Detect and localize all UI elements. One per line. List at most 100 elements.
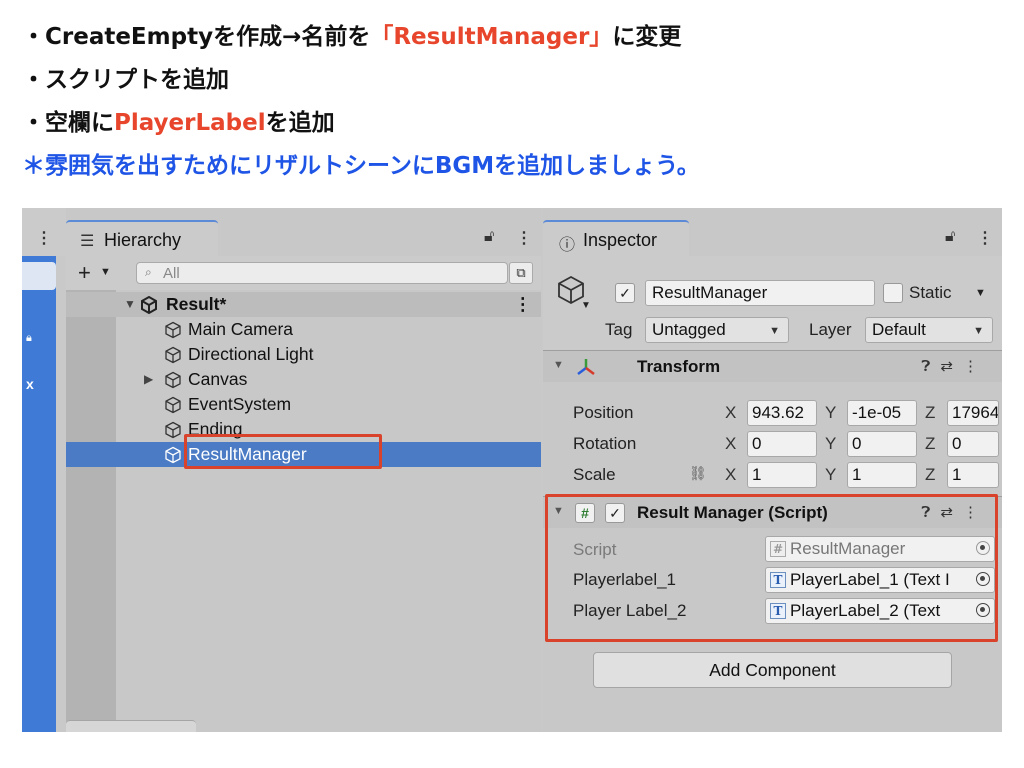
x-label: X <box>725 403 737 422</box>
project-panel-tab[interactable] <box>66 720 196 732</box>
object-name-field[interactable]: ResultManager <box>645 280 875 306</box>
rotation-x-field[interactable]: 0 <box>747 431 817 457</box>
hierarchy-toolbar: + ▼ ⌕ All ⧉ <box>66 256 541 290</box>
component-tools: ❓︎⇄⋮ <box>921 357 988 375</box>
instruction-line-2: ・スクリプトを追加 <box>22 67 229 93</box>
y-label: Y <box>825 434 837 453</box>
tag-label: Tag <box>605 320 633 339</box>
list-icon: ☰ <box>80 233 95 250</box>
inspector-panel: ⓘ Inspector 🔓︎ ⋮ ▼ ✓ ResultManager Stati… <box>543 208 1002 732</box>
highlight-box <box>184 434 382 469</box>
rotation-y-field[interactable]: 0 <box>847 431 917 457</box>
scene-row[interactable]: ▼ Result* ⋮ <box>66 292 541 317</box>
instruction-line-3: ・空欄にPlayerLabelを追加 <box>22 102 1012 145</box>
scene-visibility-button[interactable]: ⧉ <box>509 262 533 284</box>
tab-label: Inspector <box>583 230 658 250</box>
list-item[interactable]: Directional Light <box>66 342 541 367</box>
add-component-button[interactable]: Add Component <box>593 652 952 688</box>
gameobject-cube-icon <box>165 371 181 389</box>
instruction-text-segment: ・CreateEmptyを作成→名前を <box>22 24 371 50</box>
component-title: Transform <box>637 357 721 376</box>
list-item[interactable]: EventSystem <box>66 392 541 417</box>
x-label: X <box>725 465 737 484</box>
info-icon: ⓘ <box>559 237 576 254</box>
position-label: Position <box>573 403 634 422</box>
transform-axis-icon <box>577 359 595 375</box>
instruction-text: ・CreateEmptyを作成→名前を「ResultManager」に変更 ・ス… <box>22 16 1012 188</box>
more-options-icon[interactable]: ⋮ <box>36 228 52 248</box>
rotation-label: Rotation <box>573 434 637 453</box>
close-icon[interactable]: x <box>26 376 34 392</box>
tab-label: Hierarchy <box>104 230 182 250</box>
more-options-icon[interactable]: ⋮ <box>977 228 993 248</box>
settings-icon[interactable]: ⇄ <box>940 358 963 375</box>
static-checkbox[interactable] <box>883 283 903 303</box>
rotation-z-field[interactable]: 0 <box>947 431 999 457</box>
gameobject-cube-icon <box>165 446 181 464</box>
instruction-line-4: ＊雰囲気を出すためにリザルトシーンにBGMを追加しましょう。 <box>22 153 700 179</box>
z-label: Z <box>925 465 936 484</box>
gameobject-cube-icon <box>165 396 181 414</box>
help-icon[interactable]: ❓︎ <box>921 358 940 375</box>
highlight-label: PlayerLabel <box>114 110 266 136</box>
chevron-down-icon[interactable]: ▼ <box>975 287 986 299</box>
hierarchy-tree: ▼ Result* ⋮ Main Camera Directional Ligh <box>66 290 541 730</box>
instruction-text-segment: を追加 <box>265 110 335 136</box>
tag-dropdown[interactable]: Untagged ▼ <box>645 317 789 343</box>
static-label: Static <box>909 283 952 302</box>
chevron-down-icon[interactable]: ▼ <box>124 297 136 311</box>
layer-dropdown[interactable]: Default ▼ <box>865 317 993 343</box>
scene-panel-header: ⋮ <box>22 208 66 256</box>
item-label: EventSystem <box>188 394 292 414</box>
chevron-right-icon[interactable]: ▶ <box>144 372 153 386</box>
position-x-field[interactable]: 943.62 <box>747 400 817 426</box>
search-placeholder: All <box>163 265 180 282</box>
y-label: Y <box>825 403 837 422</box>
more-options-icon[interactable]: ⋮ <box>516 228 532 248</box>
tag-value: Untagged <box>652 320 726 339</box>
scale-y-field[interactable]: 1 <box>847 462 917 488</box>
chevron-down-icon[interactable]: ▼ <box>581 300 591 311</box>
search-icon: ⌕ <box>145 265 152 279</box>
item-label: Directional Light <box>188 344 314 364</box>
highlight-box <box>545 494 998 642</box>
item-label: Canvas <box>188 369 248 389</box>
tab-hierarchy[interactable]: ☰ Hierarchy <box>66 220 218 256</box>
layer-value: Default <box>872 320 926 339</box>
scene-name: Result* <box>166 294 227 314</box>
position-z-field[interactable]: 17964.5 <box>947 400 999 426</box>
gameobject-cube-icon <box>165 346 181 364</box>
more-options-icon[interactable]: ⋮ <box>963 358 988 375</box>
transform-header[interactable]: ▼ Transform ❓︎⇄⋮ <box>543 350 1002 382</box>
y-label: Y <box>825 465 837 484</box>
chevron-down-icon[interactable]: ▼ <box>100 266 111 278</box>
instruction-text-segment: に変更 <box>612 24 682 50</box>
chevron-down-icon: ▼ <box>973 325 984 337</box>
gameobject-header: ▼ ✓ ResultManager Static ▼ Tag Untagged … <box>543 256 1002 350</box>
list-item[interactable]: Main Camera <box>66 317 541 342</box>
gameobject-cube-icon <box>165 421 181 439</box>
add-icon[interactable]: + <box>78 260 91 286</box>
scene-panel-edge <box>22 256 56 732</box>
active-checkbox[interactable]: ✓ <box>615 283 635 303</box>
hierarchy-panel: ☰ Hierarchy 🔓︎ ⋮ + ▼ ⌕ All ⧉ ▼ Result* ⋮… <box>66 208 541 732</box>
unity-scene-icon <box>141 296 157 314</box>
z-label: Z <box>925 403 936 422</box>
lock-icon[interactable]: 🔓︎ <box>484 228 494 246</box>
scale-label: Scale <box>573 465 616 484</box>
position-y-field[interactable]: -1e-05 <box>847 400 917 426</box>
tab-inspector[interactable]: ⓘ Inspector <box>543 220 689 256</box>
x-label: X <box>725 434 737 453</box>
link-icon[interactable]: ⛓ <box>689 465 707 482</box>
z-label: Z <box>925 434 936 453</box>
lock-icon[interactable]: 🔓︎ <box>945 228 955 246</box>
highlight-name: 「ResultManager」 <box>370 24 613 50</box>
more-options-icon[interactable]: ⋮ <box>514 294 532 315</box>
instruction-line-1: ・CreateEmptyを作成→名前を「ResultManager」に変更 <box>22 16 1012 59</box>
chevron-down-icon[interactable]: ▼ <box>553 359 564 371</box>
search-input[interactable]: ⌕ All <box>136 262 508 284</box>
scale-z-field[interactable]: 1 <box>947 462 999 488</box>
list-item[interactable]: ▶ Canvas <box>66 367 541 392</box>
scene-gizmo-widget[interactable] <box>22 262 56 290</box>
scale-x-field[interactable]: 1 <box>747 462 817 488</box>
